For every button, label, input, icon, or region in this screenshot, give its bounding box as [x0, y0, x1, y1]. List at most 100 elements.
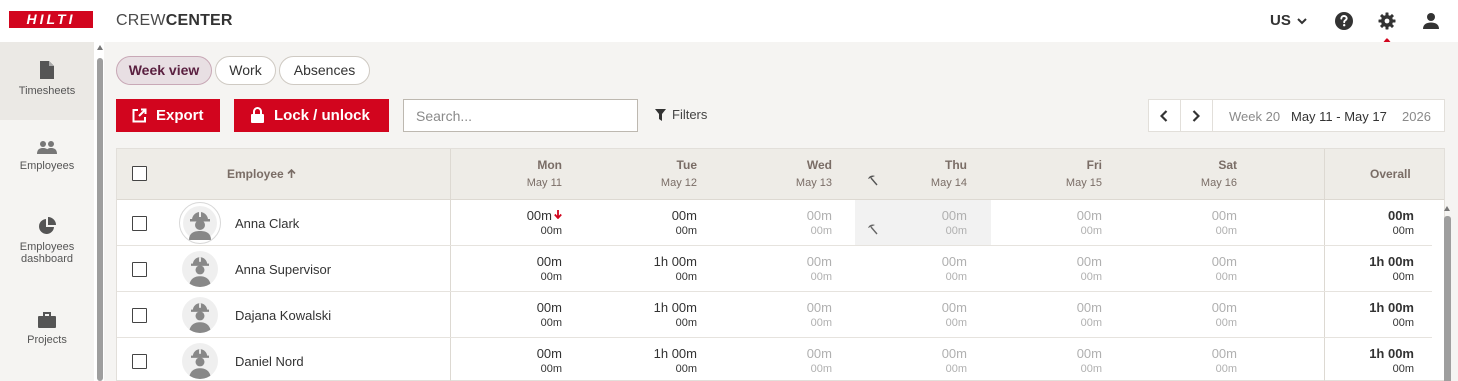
- employee-header-label: Employee: [227, 167, 284, 181]
- week-range[interactable]: May 11 - May 17: [1291, 109, 1387, 124]
- time-cell[interactable]: 00m 00m: [1042, 254, 1102, 283]
- employee-name[interactable]: Anna Supervisor: [235, 262, 331, 277]
- table-header: Employee Mon May 11 Tue May 12 Wed May 13 T…: [117, 149, 1444, 200]
- time-subvalue: 00m: [675, 271, 697, 283]
- time-cell[interactable]: 00m 00m: [1042, 300, 1102, 329]
- day-header-mon: Mon May 11: [502, 158, 562, 189]
- search-input[interactable]: [403, 99, 638, 132]
- employee-column-header[interactable]: Employee: [227, 167, 296, 181]
- time-subvalue: 00m: [1080, 363, 1102, 375]
- time-cell[interactable]: 00m 00m: [1042, 346, 1102, 375]
- time-value: 00m: [536, 346, 562, 361]
- time-value: 00m: [1211, 254, 1237, 269]
- employee-name[interactable]: Anna Clark: [235, 216, 299, 231]
- sidebar-scroll-up-icon[interactable]: [97, 45, 103, 50]
- gear-icon[interactable]: [1377, 11, 1397, 31]
- beach-umbrella-icon: [868, 224, 878, 235]
- sidebar-item-employees-dashboard[interactable]: Employees dashboard: [0, 217, 94, 277]
- overall-cell: 1h 00m 00m: [1354, 346, 1414, 375]
- time-value: 00m: [1211, 300, 1237, 315]
- time-subvalue: 00m: [810, 363, 832, 375]
- export-button[interactable]: Export: [116, 99, 220, 132]
- previous-week-button[interactable]: [1149, 100, 1181, 131]
- table-row[interactable]: Anna Clark 00m 00m 00m 00m 00m 00m 00m 00m 0…: [117, 200, 1432, 246]
- day-name: Thu: [945, 158, 967, 172]
- next-week-button[interactable]: [1181, 100, 1213, 131]
- chevron-down-icon: [1297, 17, 1307, 24]
- employee-name[interactable]: Daniel Nord: [235, 354, 304, 369]
- time-cell[interactable]: 00m 00m: [907, 300, 967, 329]
- table-scroll-up-icon[interactable]: [1444, 206, 1450, 211]
- lock-icon: [251, 107, 264, 123]
- week-navigator: Week 20 May 11 - May 17 2026: [1148, 99, 1445, 132]
- sidebar-item-label: Timesheets: [18, 85, 76, 97]
- row-checkbox[interactable]: [132, 308, 147, 323]
- help-icon[interactable]: [1334, 11, 1354, 31]
- time-subvalue: 00m: [945, 225, 967, 237]
- day-header-sat: Sat May 16: [1177, 158, 1237, 189]
- week-number: Week 20: [1229, 109, 1281, 124]
- time-cell[interactable]: 00m 00m: [772, 208, 832, 237]
- overall-value: 1h 00m: [1369, 346, 1414, 361]
- tab-week-view[interactable]: Week view: [116, 56, 212, 85]
- hilti-logo[interactable]: HILTI: [9, 11, 93, 28]
- time-cell[interactable]: 1h 00m 00m: [637, 254, 697, 283]
- table-row[interactable]: Daniel Nord 00m 00m 1h 00m 00m 00m 00m 00m 0…: [117, 338, 1432, 381]
- time-cell[interactable]: 00m 00m: [502, 208, 562, 237]
- time-cell[interactable]: 00m 00m: [1177, 346, 1237, 375]
- employee-name[interactable]: Dajana Kowalski: [235, 308, 331, 323]
- time-cell[interactable]: 00m 00m: [772, 300, 832, 329]
- sidebar-item-projects[interactable]: Projects: [0, 312, 94, 362]
- row-checkbox[interactable]: [132, 216, 147, 231]
- time-cell[interactable]: 00m 00m: [1177, 254, 1237, 283]
- select-all-checkbox[interactable]: [132, 166, 147, 181]
- time-value: 00m: [941, 208, 967, 223]
- time-value: 00m: [1076, 254, 1102, 269]
- time-cell[interactable]: 1h 00m 00m: [637, 346, 697, 375]
- overall-column-header: Overall: [1370, 167, 1411, 181]
- time-cell[interactable]: 00m 00m: [1177, 208, 1237, 237]
- sidebar-item-timesheets[interactable]: Timesheets: [0, 42, 94, 120]
- time-cell[interactable]: 00m 00m: [772, 346, 832, 375]
- time-subvalue: 00m: [810, 271, 832, 283]
- avatar: [179, 202, 221, 244]
- time-cell[interactable]: 00m 00m: [1042, 208, 1102, 237]
- sidebar-item-employees[interactable]: Employees: [0, 140, 94, 190]
- time-value: 00m: [671, 208, 697, 223]
- sidebar-item-label: Projects: [27, 334, 67, 346]
- row-checkbox[interactable]: [132, 262, 147, 277]
- tab-absences[interactable]: Absences: [279, 56, 370, 85]
- briefcase-icon: [38, 312, 56, 328]
- time-value: 00m: [1076, 346, 1102, 361]
- time-cell[interactable]: 00m 00m: [502, 300, 562, 329]
- time-subvalue: 00m: [540, 317, 562, 329]
- day-date: May 13: [795, 177, 832, 189]
- time-cell[interactable]: 00m 00m: [502, 254, 562, 283]
- time-subvalue: 00m: [945, 317, 967, 329]
- time-cell[interactable]: 00m 00m: [907, 346, 967, 375]
- time-cell[interactable]: 00m 00m: [502, 346, 562, 375]
- sidebar-scrollbar[interactable]: [97, 58, 103, 381]
- worker-avatar-icon: [189, 257, 211, 287]
- user-icon[interactable]: [1421, 11, 1441, 31]
- time-cell[interactable]: 00m 00m: [1177, 300, 1237, 329]
- time-cell[interactable]: 1h 00m 00m: [637, 300, 697, 329]
- time-subvalue: 00m: [1080, 271, 1102, 283]
- table-row[interactable]: Dajana Kowalski 00m 00m 1h 00m 00m 00m 00m …: [117, 292, 1432, 338]
- time-cell[interactable]: 00m 00m: [907, 254, 967, 283]
- time-cell[interactable]: 00m 00m: [907, 208, 967, 237]
- people-icon: [37, 141, 57, 154]
- time-value: 00m: [806, 300, 832, 315]
- filters-button[interactable]: Filters: [655, 107, 707, 122]
- time-subvalue: 00m: [675, 225, 697, 237]
- worker-avatar-icon: [189, 349, 211, 379]
- time-cell[interactable]: 00m 00m: [772, 254, 832, 283]
- day-header-tue: Tue May 12: [637, 158, 697, 189]
- row-checkbox[interactable]: [132, 354, 147, 369]
- lock-unlock-button[interactable]: Lock / unlock: [234, 99, 389, 132]
- table-row[interactable]: Anna Supervisor 00m 00m 1h 00m 00m 00m 00m …: [117, 246, 1432, 292]
- table-scrollbar[interactable]: [1444, 216, 1451, 381]
- time-cell[interactable]: 00m 00m: [637, 208, 697, 237]
- tab-work[interactable]: Work: [215, 56, 276, 85]
- language-selector[interactable]: US: [1270, 12, 1307, 29]
